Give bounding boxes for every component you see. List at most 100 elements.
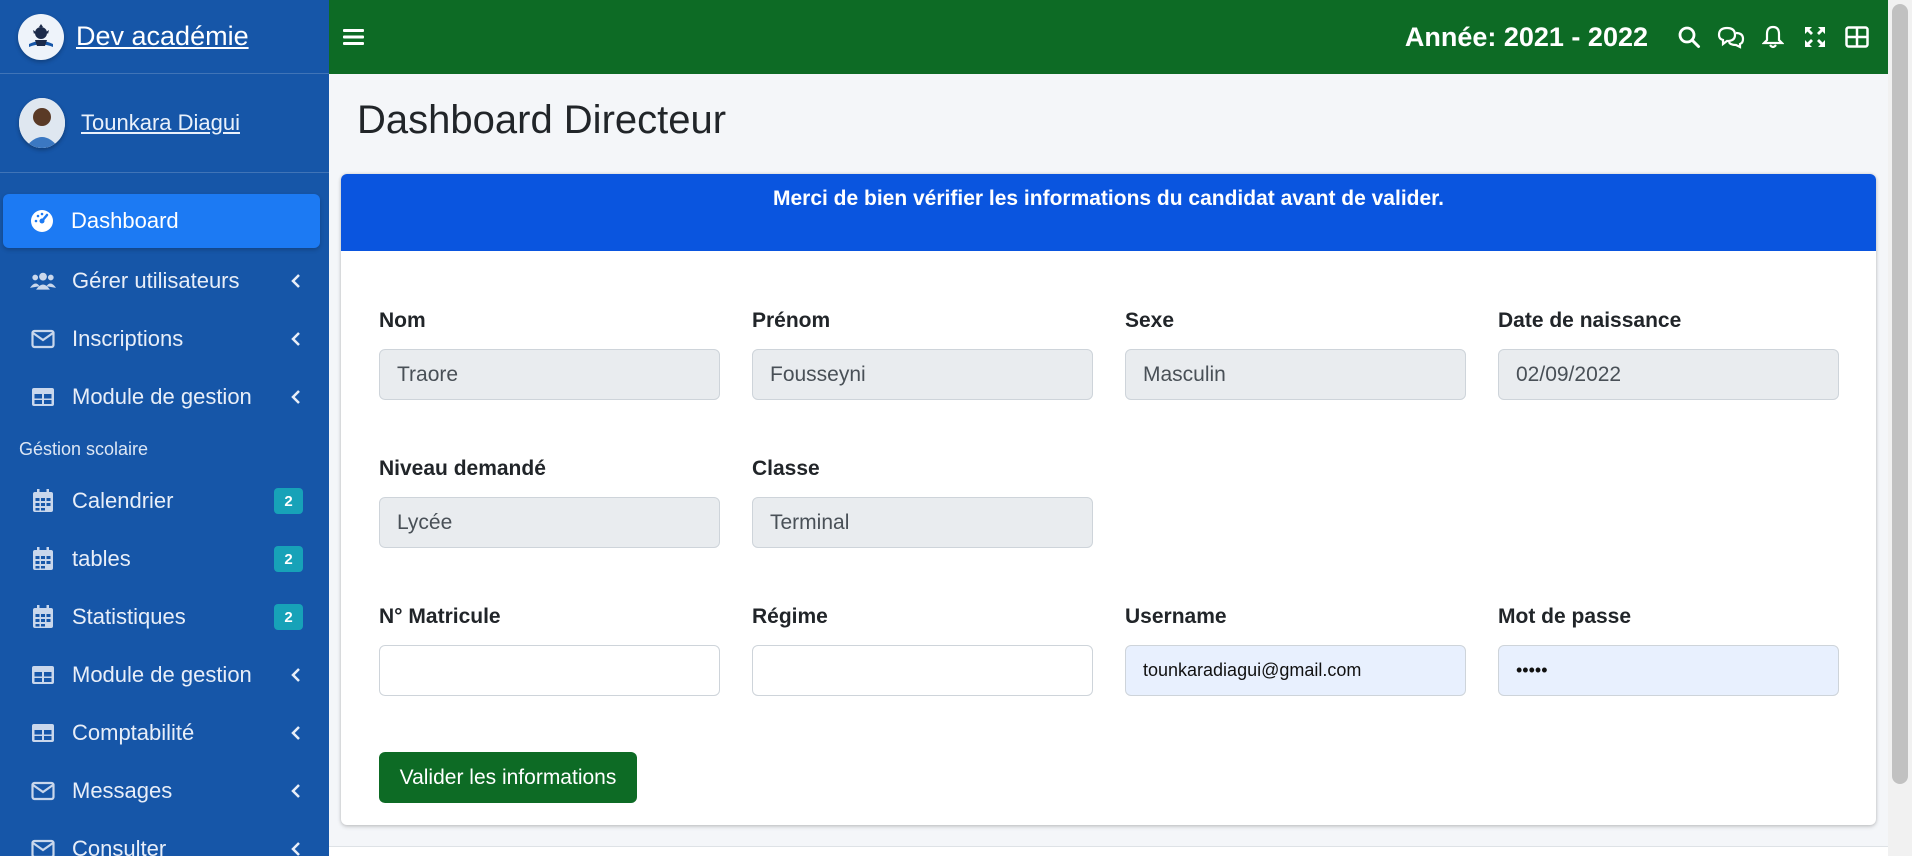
- table-icon: [30, 720, 56, 746]
- field-label: Prénom: [752, 309, 831, 332]
- sidebar-item-label: tables: [72, 546, 131, 571]
- envelope-icon: [30, 326, 56, 352]
- field-sexe: Sexe Masculin: [1125, 309, 1466, 400]
- field-regime: Régime: [752, 605, 1093, 696]
- users-icon: [30, 268, 56, 294]
- sidebar-item-module-gestion[interactable]: Module de gestion: [0, 368, 329, 426]
- field-label: Niveau demandé: [379, 457, 546, 480]
- count-badge: 2: [274, 546, 303, 572]
- table-icon: [30, 384, 56, 410]
- field-label: N° Matricule: [379, 605, 501, 628]
- sidebar-item-calendrier[interactable]: Calendrier 2: [0, 472, 329, 530]
- page-title: Dashboard Directeur: [357, 98, 727, 142]
- sidebar-item-label: Consulter: [72, 836, 167, 856]
- footer-divider: [329, 846, 1888, 856]
- field-label: Username: [1125, 605, 1227, 628]
- sidebar-item-label: Inscriptions: [72, 326, 184, 351]
- sidebar-item-label: Statistiques: [72, 604, 186, 629]
- comments-icon[interactable]: [1710, 16, 1752, 58]
- form-row-level: Niveau demandé Lycée Classe Terminal: [379, 457, 1093, 548]
- submit-button[interactable]: Valider les informations: [379, 752, 637, 803]
- sidebar-item-label: Module de gestion: [72, 384, 252, 409]
- field-matricule: N° Matricule: [379, 605, 720, 696]
- scrollbar-thumb[interactable]: [1892, 4, 1908, 784]
- chevron-left-icon: [289, 784, 303, 798]
- academic-year: Année: 2021 - 2022: [1404, 21, 1648, 52]
- field-date-naissance: Date de naissance 02/09/2022: [1498, 309, 1839, 400]
- table-icon: [30, 662, 56, 688]
- chevron-left-icon: [289, 726, 303, 740]
- niveau-field[interactable]: Lycée: [379, 497, 720, 548]
- sidebar-item-dashboard[interactable]: Dashboard: [3, 194, 320, 248]
- chevron-left-icon: [289, 274, 303, 288]
- matricule-field[interactable]: [379, 645, 720, 696]
- sidebar-item-label: Module de gestion: [72, 662, 252, 687]
- field-niveau: Niveau demandé Lycée: [379, 457, 720, 548]
- field-label: Classe: [752, 457, 820, 480]
- bell-icon[interactable]: [1752, 16, 1794, 58]
- chevron-left-icon: [289, 390, 303, 404]
- sidebar-item-module-gestion-2[interactable]: Module de gestion: [0, 646, 329, 704]
- count-badge: 2: [274, 488, 303, 514]
- prenom-field[interactable]: Fousseyni: [752, 349, 1093, 400]
- sidebar-item-label: Dashboard: [71, 208, 179, 233]
- sidebar-item-messages[interactable]: Messages: [0, 762, 329, 820]
- user-name[interactable]: Tounkara Diagui: [81, 110, 240, 136]
- brand-name[interactable]: Dev académie: [76, 21, 249, 52]
- field-prenom: Prénom Fousseyni: [752, 309, 1093, 400]
- grid-icon[interactable]: [1836, 16, 1878, 58]
- hamburger-menu-icon[interactable]: [339, 22, 369, 52]
- field-password: Mot de passe •••••: [1498, 605, 1839, 696]
- sidebar: Dev académie Tounkara Diagui Dashboard G…: [0, 0, 329, 856]
- field-nom: Nom Traore: [379, 309, 720, 400]
- calendar-icon: [30, 604, 56, 630]
- field-label: Sexe: [1125, 309, 1175, 332]
- field-label: Nom: [379, 309, 426, 332]
- sidebar-item-statistiques[interactable]: Statistiques 2: [0, 588, 329, 646]
- sidebar-item-comptabilite[interactable]: Comptabilité: [0, 704, 329, 762]
- field-classe: Classe Terminal: [752, 457, 1093, 548]
- sidebar-item-consulter[interactable]: Consulter: [0, 820, 329, 856]
- count-badge: 2: [274, 604, 303, 630]
- regime-field[interactable]: [752, 645, 1093, 696]
- username-field[interactable]: tounkaradiagui@gmail.com: [1125, 645, 1466, 696]
- brand-logo: [18, 13, 64, 60]
- sidebar-nav: Dashboard Gérer utilisateurs Inscription…: [0, 173, 329, 856]
- sexe-field[interactable]: Masculin: [1125, 349, 1466, 400]
- brand[interactable]: Dev académie: [0, 0, 329, 74]
- sidebar-item-label: Comptabilité: [72, 720, 195, 745]
- calendar-icon: [30, 488, 56, 514]
- topbar-right: Année: 2021 - 2022: [1405, 0, 1878, 74]
- topbar: Année: 2021 - 2022: [329, 0, 1888, 74]
- chevron-left-icon: [289, 332, 303, 346]
- sidebar-item-users[interactable]: Gérer utilisateurs: [0, 252, 329, 310]
- page-scrollbar[interactable]: [1888, 0, 1912, 856]
- password-field[interactable]: •••••: [1498, 645, 1839, 696]
- candidate-card: Merci de bien vérifier les informations …: [341, 174, 1876, 825]
- search-icon[interactable]: [1668, 16, 1710, 58]
- chevron-left-icon: [289, 668, 303, 682]
- form-row-identity: Nom Traore Prénom Fousseyni Sexe Masculi…: [379, 309, 1839, 400]
- classe-field[interactable]: Terminal: [752, 497, 1093, 548]
- avatar[interactable]: [19, 98, 65, 148]
- nom-field[interactable]: Traore: [379, 349, 720, 400]
- chevron-left-icon: [289, 842, 303, 856]
- field-username: Username tounkaradiagui@gmail.com: [1125, 605, 1466, 696]
- form-row-account: N° Matricule Régime Username tounkaradia…: [379, 605, 1839, 696]
- sidebar-section-header: Géstion scolaire: [19, 438, 149, 459]
- field-label: Mot de passe: [1498, 605, 1632, 628]
- expand-icon[interactable]: [1794, 16, 1836, 58]
- envelope-icon: [30, 836, 56, 856]
- calendar-icon: [30, 546, 56, 572]
- sidebar-item-tables[interactable]: tables 2: [0, 530, 329, 588]
- sidebar-item-label: Messages: [72, 778, 173, 803]
- field-label: Date de naissance: [1498, 309, 1682, 332]
- envelope-icon: [30, 778, 56, 804]
- date-naissance-field[interactable]: 02/09/2022: [1498, 349, 1839, 400]
- sidebar-item-label: Calendrier: [72, 488, 174, 513]
- sidebar-item-label: Gérer utilisateurs: [72, 268, 240, 293]
- user-panel: Tounkara Diagui: [0, 74, 329, 173]
- main-content: Dashboard Directeur Merci de bien vérifi…: [329, 74, 1888, 856]
- card-header: Merci de bien vérifier les informations …: [341, 174, 1876, 251]
- sidebar-item-inscriptions[interactable]: Inscriptions: [0, 310, 329, 368]
